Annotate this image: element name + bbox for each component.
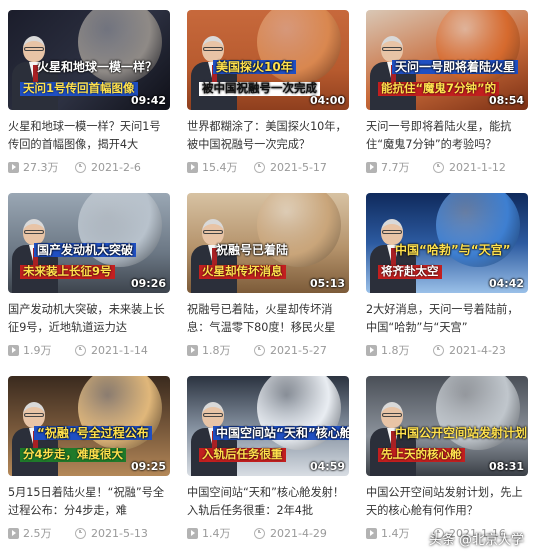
video-title[interactable]: 5月15日着陆火星！“祝融”号全过程公布：分4步走，难 bbox=[8, 484, 170, 520]
publish-date: 2021-1-14 bbox=[91, 343, 148, 357]
thumbnail-caption-bottom: 将齐赴太空 bbox=[378, 265, 442, 279]
clock-icon bbox=[75, 527, 86, 539]
video-card[interactable]: 美国探火10年 被中国祝融号一次完成 04:00 世界都糊涂了：美国探火10年，… bbox=[187, 10, 349, 178]
play-count-icon bbox=[187, 527, 198, 539]
thumbnail-caption-bottom: 入轨后任务很重 bbox=[199, 448, 286, 462]
video-thumbnail[interactable]: 美国探火10年 被中国祝融号一次完成 04:00 bbox=[187, 10, 349, 110]
video-meta: 15.4万 2021-5-17 bbox=[187, 159, 349, 175]
view-count: 1.9万 bbox=[23, 344, 52, 357]
video-thumbnail[interactable]: 天问一号即将着陆火星 能抗住“魔鬼7分钟”的 08:54 bbox=[366, 10, 528, 110]
video-duration: 05:13 bbox=[309, 277, 345, 290]
video-meta: 1.4万 2021-4-29 bbox=[187, 525, 349, 541]
video-duration: 09:26 bbox=[130, 277, 166, 290]
video-duration: 09:25 bbox=[130, 460, 166, 473]
view-count: 2.5万 bbox=[23, 527, 52, 540]
video-duration: 09:42 bbox=[130, 94, 166, 107]
video-duration: 08:31 bbox=[488, 460, 524, 473]
video-title[interactable]: 国产发动机大突破，未来装上长征9号，近地轨道运力达 bbox=[8, 301, 170, 337]
thumbnail-caption-top: 中国公开空间站发射计划 bbox=[395, 426, 528, 440]
video-title[interactable]: 中国空间站“天和”核心舱发射！入轨后任务很重：2年4批 bbox=[187, 484, 349, 520]
thumbnail-caption-top: “祝融”号全过程公布 bbox=[34, 426, 152, 440]
thumbnail-caption-bottom: 未来装上长征9号 bbox=[20, 265, 115, 279]
clock-icon bbox=[254, 527, 265, 539]
video-meta: 1.8万 2021-4-23 bbox=[366, 342, 528, 358]
video-thumbnail[interactable]: 中国公开空间站发射计划 先上天的核心舱 08:31 bbox=[366, 376, 528, 476]
thumbnail-caption-top: 美国探火10年 bbox=[213, 60, 296, 74]
video-thumbnail[interactable]: 中国空间站“天和”核心舱发射 入轨后任务很重 04:59 bbox=[187, 376, 349, 476]
clock-icon bbox=[254, 161, 265, 173]
thumbnail-caption-bottom: 天问1号传回首幅图像 bbox=[20, 82, 138, 96]
publish-date: 2021-4-23 bbox=[449, 343, 506, 357]
thumbnail-caption-bottom: 先上天的核心舱 bbox=[378, 448, 465, 462]
thumbnail-caption-bottom: 被中国祝融号一次完成 bbox=[199, 82, 320, 96]
video-title[interactable]: 2大好消息，天问一号着陆前，中国“哈勃”与“天宫” bbox=[366, 301, 528, 337]
video-title[interactable]: 祝融号已着陆，火星却传坏消息：气温零下80度！移民火星 bbox=[187, 301, 349, 337]
video-meta: 2.5万 2021-5-13 bbox=[8, 525, 170, 541]
play-count-icon bbox=[8, 344, 19, 356]
video-duration: 08:54 bbox=[488, 94, 524, 107]
thumbnail-caption-top: 祝融号已着陆 bbox=[216, 243, 289, 257]
view-count: 7.7万 bbox=[381, 161, 410, 174]
video-title[interactable]: 天问一号即将着陆火星，能抗住“魔鬼7分钟”的考验吗？ bbox=[366, 118, 528, 154]
clock-icon bbox=[75, 161, 86, 173]
video-card[interactable]: 祝融号已着陆 火星却传坏消息 05:13 祝融号已着陆，火星却传坏消息：气温零下… bbox=[187, 193, 349, 361]
watermark-label: 头条 @北京大学 bbox=[428, 533, 524, 548]
video-card[interactable]: 国产发动机大突破 未来装上长征9号 09:26 国产发动机大突破，未来装上长征9… bbox=[8, 193, 170, 361]
clock-icon bbox=[433, 344, 444, 356]
thumbnail-caption-bottom: 分4步走，难度很大 bbox=[20, 448, 127, 462]
clock-icon bbox=[433, 161, 444, 173]
publish-date: 2021-5-17 bbox=[270, 160, 327, 174]
play-count-icon bbox=[366, 161, 377, 173]
video-thumbnail[interactable]: 祝融号已着陆 火星却传坏消息 05:13 bbox=[187, 193, 349, 293]
play-count-icon bbox=[8, 527, 19, 539]
publish-date: 2021-5-27 bbox=[270, 343, 327, 357]
video-thumbnail[interactable]: 国产发动机大突破 未来装上长征9号 09:26 bbox=[8, 193, 170, 293]
video-meta: 7.7万 2021-1-12 bbox=[366, 159, 528, 175]
thumbnail-caption-top: 中国“哈勃”与“天宫” bbox=[395, 243, 511, 257]
view-count: 27.3万 bbox=[23, 161, 59, 174]
play-count-icon bbox=[366, 344, 377, 356]
video-thumbnail[interactable]: 中国“哈勃”与“天宫” 将齐赴太空 04:42 bbox=[366, 193, 528, 293]
play-count-icon bbox=[366, 527, 377, 539]
view-count: 1.8万 bbox=[202, 344, 231, 357]
video-card[interactable]: 中国空间站“天和”核心舱发射 入轨后任务很重 04:59 中国空间站“天和”核心… bbox=[187, 376, 349, 544]
video-title[interactable]: 中国公开空间站发射计划，先上天的核心舱有何作用？ bbox=[366, 484, 528, 520]
publish-date: 2021-4-29 bbox=[270, 526, 327, 540]
video-meta: 27.3万 2021-2-6 bbox=[8, 159, 170, 175]
thumbnail-caption-top: 国产发动机大突破 bbox=[34, 243, 137, 257]
view-count: 1.4万 bbox=[381, 527, 410, 540]
video-grid: 火星和地球一模一样？ 天问1号传回首幅图像 09:42 火星和地球一模一样？天问… bbox=[8, 10, 528, 544]
video-meta: 1.8万 2021-5-27 bbox=[187, 342, 349, 358]
play-count-icon bbox=[187, 161, 198, 173]
thumbnail-caption-top: 火星和地球一模一样？ bbox=[37, 60, 158, 74]
video-card[interactable]: 中国公开空间站发射计划 先上天的核心舱 08:31 中国公开空间站发射计划，先上… bbox=[366, 376, 528, 544]
thumbnail-caption-bottom: 能抗住“魔鬼7分钟”的 bbox=[378, 82, 500, 96]
video-card[interactable]: 天问一号即将着陆火星 能抗住“魔鬼7分钟”的 08:54 天问一号即将着陆火星，… bbox=[366, 10, 528, 178]
video-thumbnail[interactable]: “祝融”号全过程公布 分4步走，难度很大 09:25 bbox=[8, 376, 170, 476]
video-meta: 1.9万 2021-1-14 bbox=[8, 342, 170, 358]
play-count-icon bbox=[187, 344, 198, 356]
video-card[interactable]: “祝融”号全过程公布 分4步走，难度很大 09:25 5月15日着陆火星！“祝融… bbox=[8, 376, 170, 544]
publish-date: 2021-1-12 bbox=[449, 160, 506, 174]
thumbnail-caption-top: 天问一号即将着陆火星 bbox=[392, 60, 519, 74]
video-card[interactable]: 火星和地球一模一样？ 天问1号传回首幅图像 09:42 火星和地球一模一样？天问… bbox=[8, 10, 170, 178]
video-duration: 04:59 bbox=[309, 460, 345, 473]
play-count-icon bbox=[8, 161, 19, 173]
video-duration: 04:42 bbox=[488, 277, 524, 290]
thumbnail-caption-top: 中国空间站“天和”核心舱发射 bbox=[213, 426, 349, 440]
view-count: 1.8万 bbox=[381, 344, 410, 357]
clock-icon bbox=[254, 344, 265, 356]
publish-date: 2021-2-6 bbox=[91, 160, 141, 174]
clock-icon bbox=[75, 344, 86, 356]
view-count: 15.4万 bbox=[202, 161, 238, 174]
video-duration: 04:00 bbox=[309, 94, 345, 107]
publish-date: 2021-5-13 bbox=[91, 526, 148, 540]
video-card[interactable]: 中国“哈勃”与“天宫” 将齐赴太空 04:42 2大好消息，天问一号着陆前，中国… bbox=[366, 193, 528, 361]
video-thumbnail[interactable]: 火星和地球一模一样？ 天问1号传回首幅图像 09:42 bbox=[8, 10, 170, 110]
video-title[interactable]: 世界都糊涂了：美国探火10年，被中国祝融号一次完成？ bbox=[187, 118, 349, 154]
thumbnail-caption-bottom: 火星却传坏消息 bbox=[199, 265, 286, 279]
view-count: 1.4万 bbox=[202, 527, 231, 540]
video-title[interactable]: 火星和地球一模一样？天问1号传回的首幅图像，揭开4大 bbox=[8, 118, 170, 154]
